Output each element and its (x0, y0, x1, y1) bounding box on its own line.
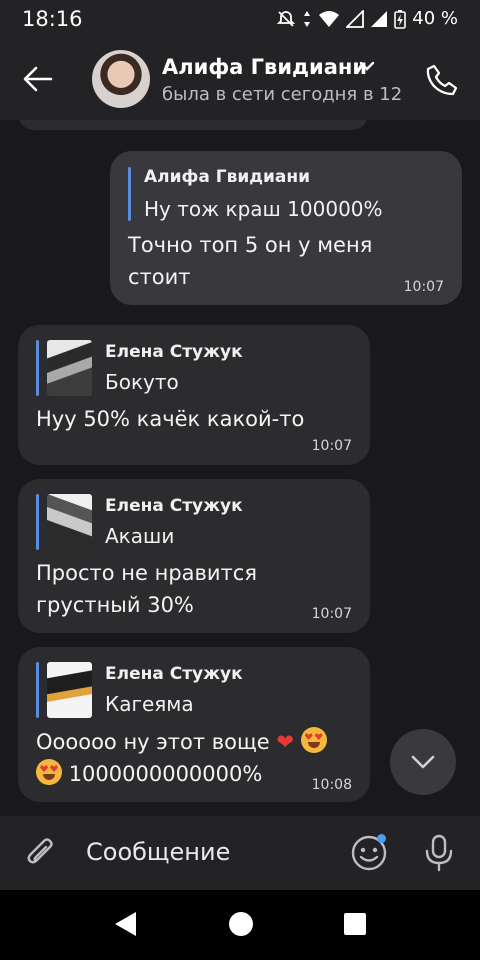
message-time: 10:07 (403, 279, 444, 295)
reply-author: Елена Стужук (105, 664, 243, 684)
nav-back-icon[interactable] (112, 910, 138, 938)
heart-eyes-emoji-icon (300, 727, 327, 753)
message-time: 10:08 (311, 777, 352, 793)
reply-author: Елена Стужук (105, 342, 243, 362)
reply-quote-bar (36, 662, 39, 718)
reply-author: Елена Стужук (105, 496, 243, 516)
message-text: Оооооо ну этот воще ❤ 1000000000000% (36, 726, 327, 790)
scroll-to-bottom-button[interactable] (390, 729, 456, 795)
message-text-line: Оооооо ну этот воще ❤ (36, 726, 327, 758)
system-nav-bar (0, 890, 480, 960)
message-list[interactable]: Алифа Гвидиани Ну тож краш 100000% Точно… (0, 120, 480, 816)
reply-thumbnail (47, 662, 92, 718)
reply-quote-bar (128, 167, 131, 221)
message-bubble-outgoing[interactable]: Алифа Гвидиани Ну тож краш 100000% Точно… (110, 151, 462, 305)
message-text-line: Просто не нравится (36, 561, 257, 585)
nav-home-button[interactable] (229, 912, 253, 936)
notification-dot (377, 834, 386, 843)
back-button[interactable] (18, 59, 58, 99)
signal-icon-2 (371, 10, 388, 27)
previous-message-bubble[interactable] (18, 120, 368, 130)
signal-icon-1 (346, 9, 365, 28)
message-bubble-incoming[interactable]: Елена Стужук Кагеяма Оооооо ну этот воще… (18, 647, 370, 802)
arrow-left-icon (23, 66, 53, 92)
message-text-line: Точно топ 5 он у меня (128, 233, 373, 257)
message-text-line: стоит (128, 265, 191, 289)
message-text: Нуу 50% качёк какой-то (36, 403, 304, 435)
message-time: 10:07 (311, 438, 352, 454)
contact-status: была в сети сегодня в 12 (162, 84, 403, 105)
message-text-line: грустный 30% (36, 593, 194, 617)
reply-thumbnail (47, 340, 92, 396)
reply-text: Кагеяма (105, 692, 194, 716)
message-bubble-incoming[interactable]: Елена Стужук Акаши Просто не нравится гр… (18, 479, 370, 633)
reply-text: Акаши (105, 524, 175, 548)
contact-name[interactable]: Алифа Гвидиани (162, 55, 367, 79)
message-time: 10:07 (311, 606, 352, 622)
attach-button[interactable] (20, 832, 62, 874)
battery-percent: 40 % (412, 8, 458, 29)
message-text-part: Оооооо ну этот воще (36, 730, 270, 754)
call-button[interactable] (422, 60, 462, 100)
message-composer: Сообщение (0, 816, 480, 890)
message-input[interactable]: Сообщение (86, 838, 230, 866)
reply-thumbnail (47, 494, 92, 550)
message-text-part: 1000000000000% (68, 762, 263, 786)
avatar[interactable] (92, 50, 150, 108)
reply-quote-bar (36, 494, 39, 550)
emoji-sticker-button[interactable] (346, 830, 392, 876)
message-bubble-incoming[interactable]: Елена Стужук Бокуто Нуу 50% качёк какой-… (18, 325, 370, 465)
status-time: 18:16 (22, 7, 83, 31)
reply-text: Ну тож краш 100000% (144, 197, 383, 221)
data-arrows-icon (304, 10, 311, 27)
nav-recents-button[interactable] (344, 913, 366, 935)
message-text-line: Нуу 50% качёк какой-то (36, 407, 305, 431)
message-text-line: 1000000000000% (36, 758, 327, 790)
reply-quote-bar (36, 340, 39, 396)
message-text: Просто не нравится грустный 30% (36, 557, 257, 621)
chat-header: Алифа Гвидиани была в сети сегодня в 12 (0, 38, 480, 120)
status-icons: 40 % (276, 8, 458, 29)
chevron-down-icon (411, 755, 435, 769)
heart-emoji-icon: ❤ (276, 730, 295, 754)
status-bar: 18:16 40 % (0, 0, 480, 38)
paperclip-icon (27, 838, 53, 864)
message-text: Точно топ 5 он у меня стоит (128, 229, 372, 293)
microphone-icon (425, 834, 453, 872)
reply-text: Бокуто (105, 370, 179, 394)
heart-eyes-emoji-icon (36, 759, 62, 785)
battery-icon (394, 9, 407, 29)
wifi-icon (319, 10, 340, 27)
phone-icon (426, 64, 458, 96)
voice-message-button[interactable] (416, 830, 462, 876)
mute-notifications-icon (277, 10, 296, 27)
chevron-down-icon[interactable] (358, 60, 376, 72)
reply-author: Алифа Гвидиани (144, 167, 311, 187)
